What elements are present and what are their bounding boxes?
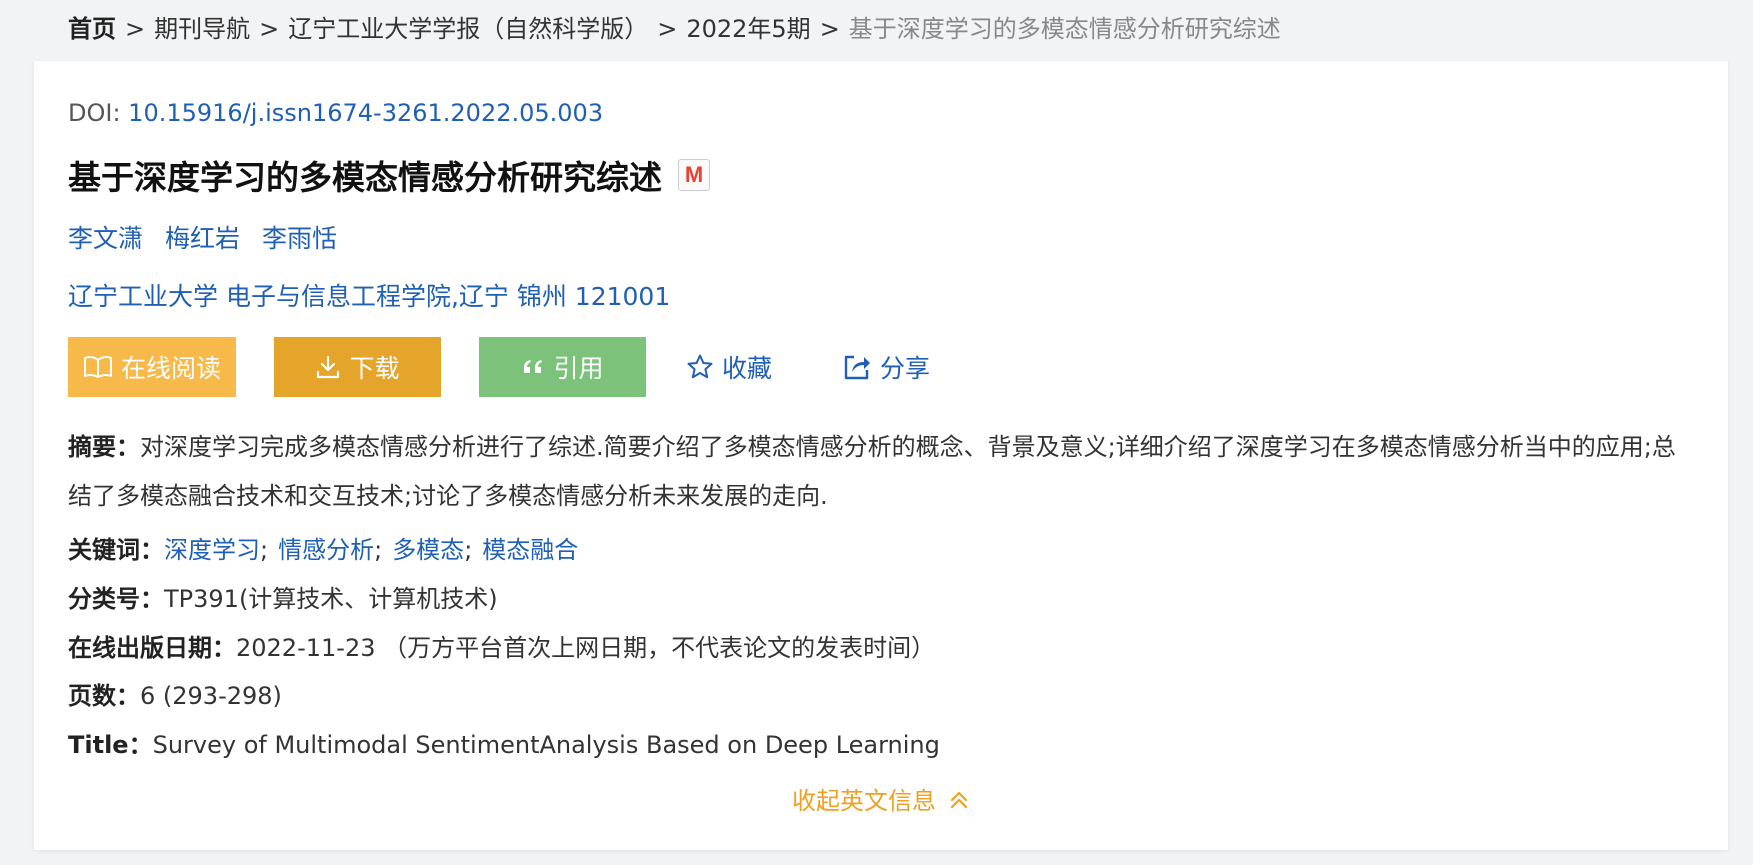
keyword-link[interactable]: 情感分析	[278, 536, 374, 564]
classification-label: 分类号：	[68, 585, 164, 613]
breadcrumb-current: 基于深度学习的多模态情感分析研究综述	[848, 15, 1281, 43]
affiliation-link[interactable]: 辽宁工业大学 电子与信息工程学院,辽宁 锦州 121001	[68, 277, 670, 313]
pages-row: 页数：6 (293-298)	[68, 676, 282, 711]
doi-label: DOI:	[68, 99, 129, 127]
breadcrumb-separator: >	[819, 15, 840, 43]
action-bar: 在线阅读 下载 引用 收藏 分享	[68, 337, 930, 397]
author-link[interactable]: 梅红岩	[165, 224, 240, 253]
star-icon	[687, 354, 713, 379]
breadcrumb-journals-link[interactable]: 期刊导航	[154, 15, 250, 43]
collapse-english-info: 收起英文信息	[34, 781, 1728, 816]
download-label: 下载	[349, 354, 400, 383]
cite-button[interactable]: 引用	[479, 337, 646, 397]
double-chevron-up-icon	[950, 791, 968, 808]
download-button[interactable]: 下载	[274, 337, 441, 397]
breadcrumb-separator: >	[259, 15, 280, 43]
share-button[interactable]: 分享	[842, 349, 930, 385]
collapse-english-info-button[interactable]: 收起英文信息	[792, 781, 970, 816]
pages-label: 页数：	[68, 682, 140, 710]
mendeley-icon[interactable]: M	[678, 159, 710, 191]
keywords-row: 关键词：深度学习; 情感分析; 多模态; 模态融合	[68, 530, 578, 565]
breadcrumb: 首页 > 期刊导航 > 辽宁工业大学学报（自然科学版） >2022年5期 > 基于深度学习的多…	[68, 13, 1281, 45]
authors-list: 李文潇 梅红岩 李雨恬	[68, 219, 359, 255]
keyword-link[interactable]: 模态融合	[482, 536, 578, 564]
favorite-label: 收藏	[722, 354, 773, 383]
breadcrumb-separator: >	[657, 15, 678, 43]
cite-label: 引用	[553, 354, 604, 383]
classification-value: TP391(计算技术、计算机技术)	[164, 585, 498, 613]
keyword-separator: ;	[464, 536, 473, 564]
quote-icon	[524, 360, 543, 373]
breadcrumb-home-link[interactable]: 首页	[68, 15, 116, 43]
online-date-row: 在线出版日期：2022-11-23 （万方平台首次上网日期，不代表论文的发表时间…	[68, 628, 935, 663]
read-online-button[interactable]: 在线阅读	[68, 337, 236, 397]
english-title-label: Title：	[68, 731, 153, 759]
doi-link[interactable]: 10.15916/j.issn1674-3261.2022.05.003	[128, 99, 603, 127]
keyword-separator: ;	[374, 536, 383, 564]
online-date-value: 2022-11-23 （万方平台首次上网日期，不代表论文的发表时间）	[236, 634, 936, 662]
article-title: 基于深度学习的多模态情感分析研究综述	[68, 158, 662, 197]
breadcrumb-issue-link[interactable]: 2022年5期	[686, 15, 810, 43]
breadcrumb-separator: >	[125, 15, 146, 43]
title-row: 基于深度学习的多模态情感分析研究综述 M	[68, 151, 710, 199]
collapse-label: 收起英文信息	[792, 787, 936, 815]
favorite-button[interactable]: 收藏	[686, 349, 772, 385]
book-icon	[83, 355, 112, 378]
share-icon	[844, 355, 871, 380]
pages-value: 6 (293-298)	[140, 682, 282, 710]
keyword-link[interactable]: 多模态	[392, 536, 464, 564]
abstract: 摘要：对深度学习完成多模态情感分析进行了综述.简要介绍了多模态情感分析的概念、背…	[68, 423, 1688, 521]
classification-row: 分类号：TP391(计算技术、计算机技术)	[68, 579, 498, 614]
share-label: 分享	[880, 354, 931, 383]
keyword-separator: ;	[260, 536, 269, 564]
author-link[interactable]: 李文潇	[68, 224, 143, 253]
english-title-row: Title：Survey of Multimodal SentimentAnal…	[68, 725, 940, 760]
read-online-label: 在线阅读	[120, 354, 221, 383]
doi-row: DOI: 10.15916/j.issn1674-3261.2022.05.00…	[68, 99, 603, 127]
article-card: DOI: 10.15916/j.issn1674-3261.2022.05.00…	[34, 61, 1728, 850]
abstract-text: 对深度学习完成多模态情感分析进行了综述.简要介绍了多模态情感分析的概念、背景及意…	[68, 433, 1676, 510]
keywords-label: 关键词：	[68, 536, 164, 564]
author-link[interactable]: 李雨恬	[262, 224, 337, 253]
keyword-link[interactable]: 深度学习	[164, 536, 260, 564]
abstract-label: 摘要：	[68, 433, 140, 461]
download-icon	[317, 355, 340, 379]
english-title-value: Survey of Multimodal SentimentAnalysis B…	[152, 731, 940, 759]
online-date-label: 在线出版日期：	[68, 634, 236, 662]
breadcrumb-journal-link[interactable]: 辽宁工业大学学报（自然科学版）	[288, 15, 648, 43]
